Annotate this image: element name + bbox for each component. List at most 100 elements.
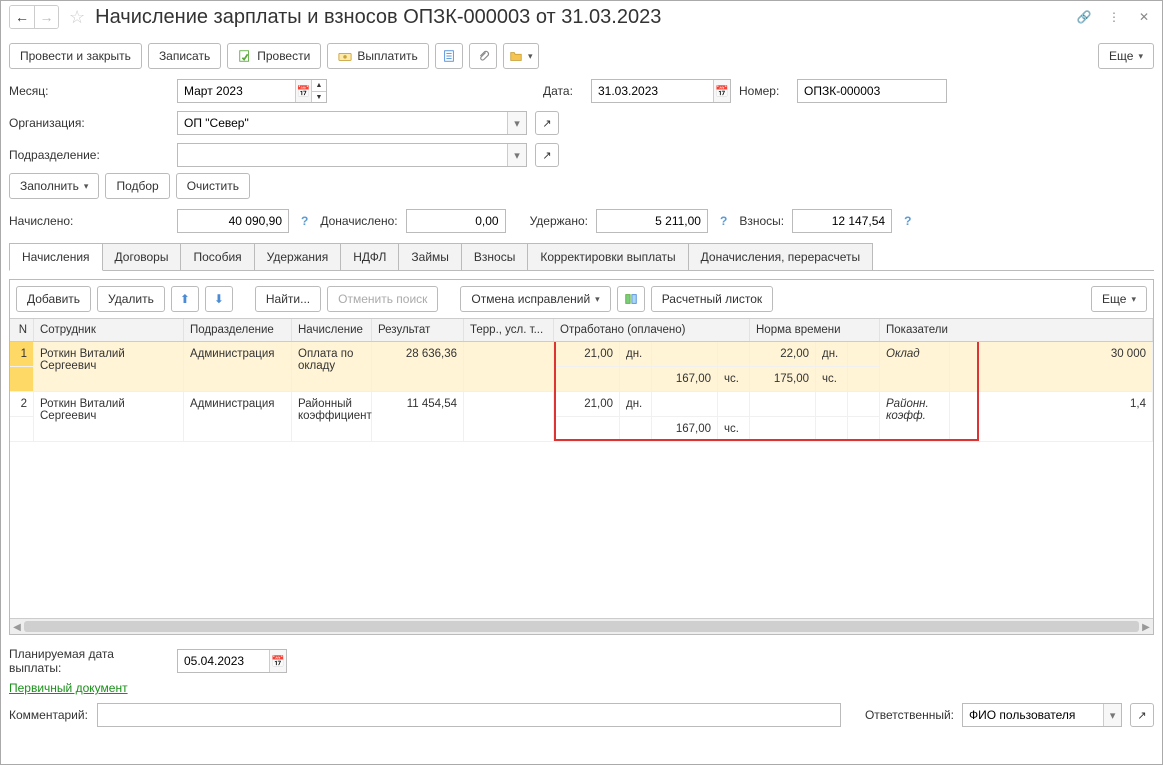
scroll-left-icon[interactable]: ◀ (10, 619, 24, 635)
comment-input[interactable] (98, 704, 840, 726)
grid-move-down-button[interactable]: ⬇ (205, 286, 233, 312)
attach-button[interactable] (469, 43, 497, 69)
responsible-open-button[interactable]: ↗ (1130, 703, 1154, 727)
grid-hscrollbar[interactable]: ◀ ▶ (10, 618, 1153, 634)
dept-open-button[interactable]: ↗ (535, 143, 559, 167)
cell-norm-hours-unit: чс. (816, 367, 848, 392)
cell-norm-hours (750, 417, 816, 442)
org-label: Организация: (9, 116, 169, 130)
grid-delete-button[interactable]: Удалить (97, 286, 165, 312)
tab-benefits[interactable]: Пособия (180, 243, 254, 270)
pay-icon (338, 49, 352, 63)
primary-doc-link[interactable]: Первичный документ (9, 681, 128, 695)
tab-accruals[interactable]: Начисления (9, 243, 103, 271)
tab-corrections[interactable]: Корректировки выплаты (527, 243, 688, 270)
calendar-icon[interactable]: 📅 (713, 80, 730, 102)
col-indicators[interactable]: Показатели (880, 319, 1153, 341)
col-accrual[interactable]: Начисление (292, 319, 372, 341)
table-row[interactable]: 2 Роткин Виталий Сергеевич Администрация… (10, 392, 1153, 442)
org-open-button[interactable]: ↗ (535, 111, 559, 135)
scroll-right-icon[interactable]: ▶ (1139, 619, 1153, 635)
table-row[interactable]: 1 Роткин Виталий Сергеевич Администрация… (10, 342, 1153, 392)
tab-contributions[interactable]: Взносы (461, 243, 528, 270)
number-input[interactable] (798, 80, 946, 102)
col-n[interactable]: N (10, 319, 34, 341)
grid-add-button[interactable]: Добавить (16, 286, 91, 312)
date-label: Дата: (543, 84, 583, 98)
date-input[interactable] (592, 80, 713, 102)
grid-body[interactable]: 1 Роткин Виталий Сергеевич Администрация… (10, 342, 1153, 618)
cell-terr (464, 392, 554, 442)
fill-button[interactable]: Заполнить▾ (9, 173, 99, 199)
grid-cancel-corrections-button[interactable]: Отмена исправлений▾ (460, 286, 610, 312)
tab-recalc[interactable]: Доначисления, перерасчеты (688, 243, 873, 270)
clear-button[interactable]: Очистить (176, 173, 250, 199)
dropdown-icon[interactable]: ▾ (1103, 704, 1121, 726)
pay-button[interactable]: Выплатить (327, 43, 429, 69)
grid-move-up-button[interactable]: ⬆ (171, 286, 199, 312)
dropdown-icon[interactable]: ▾ (507, 144, 526, 166)
save-button[interactable]: Записать (148, 43, 221, 69)
tab-deductions[interactable]: Удержания (254, 243, 342, 270)
grid-payslip-button[interactable]: Расчетный листок (651, 286, 773, 312)
scroll-thumb[interactable] (24, 621, 1139, 632)
responsible-input[interactable] (963, 704, 1103, 726)
caret-down-icon: ▾ (1138, 51, 1143, 62)
calendar-icon[interactable]: 📅 (295, 80, 311, 102)
date-field[interactable]: 📅 (591, 79, 731, 103)
col-worked[interactable]: Отработано (оплачено) (554, 319, 750, 341)
tab-contracts[interactable]: Договоры (102, 243, 182, 270)
post-and-close-button[interactable]: Провести и закрыть (9, 43, 142, 69)
open-icon: ↗ (542, 149, 551, 162)
accrued-field (177, 209, 289, 233)
month-field[interactable]: 📅 ▲ ▼ (177, 79, 327, 103)
nav-buttons: ← → (9, 5, 59, 29)
report-button[interactable] (435, 43, 463, 69)
accrued-value (178, 210, 288, 232)
col-dept[interactable]: Подразделение (184, 319, 292, 341)
grid-find-button[interactable]: Найти... (255, 286, 321, 312)
responsible-field[interactable]: ▾ (962, 703, 1122, 727)
spin-up-icon[interactable]: ▲ (312, 80, 326, 91)
grid-more-button[interactable]: Еще▾ (1091, 286, 1147, 312)
col-result[interactable]: Результат (372, 319, 464, 341)
more-button[interactable]: Еще▾ (1098, 43, 1154, 69)
org-input[interactable] (178, 112, 507, 134)
help-icon[interactable]: ? (900, 214, 915, 228)
tab-ndfl[interactable]: НДФЛ (340, 243, 399, 270)
grid-columns-button[interactable] (617, 286, 645, 312)
planned-date-field[interactable]: 📅 (177, 649, 287, 673)
month-input[interactable] (178, 80, 295, 102)
grid-cancel-find-button[interactable]: Отменить поиск (327, 286, 438, 312)
kebab-menu-icon[interactable]: ⋮ (1104, 7, 1124, 27)
number-field[interactable] (797, 79, 947, 103)
cell-worked-days-unit: дн. (620, 392, 652, 417)
link-icon[interactable]: 🔗 (1074, 7, 1094, 27)
nav-back-button[interactable]: ← (10, 6, 34, 28)
folder-dropdown-button[interactable]: ▾ (503, 43, 539, 69)
cell-gap (620, 417, 652, 442)
nav-forward-button[interactable]: → (34, 6, 58, 28)
col-terr[interactable]: Терр., усл. т... (464, 319, 554, 341)
dropdown-icon[interactable]: ▾ (507, 112, 526, 134)
close-icon[interactable]: ✕ (1134, 7, 1154, 27)
planned-date-input[interactable] (178, 650, 269, 672)
post-button[interactable]: Провести (227, 43, 321, 69)
comment-field[interactable] (97, 703, 841, 727)
col-norm[interactable]: Норма времени (750, 319, 880, 341)
dept-field[interactable]: ▾ (177, 143, 527, 167)
dept-input[interactable] (178, 144, 507, 166)
calendar-icon[interactable]: 📅 (269, 650, 286, 672)
spin-down-icon[interactable]: ▼ (312, 91, 326, 102)
col-employee[interactable]: Сотрудник (34, 319, 184, 341)
pick-button[interactable]: Подбор (105, 173, 169, 199)
org-field[interactable]: ▾ (177, 111, 527, 135)
arrow-right-icon: → (40, 9, 54, 25)
favorite-star-icon[interactable]: ☆ (65, 7, 89, 28)
help-icon[interactable]: ? (297, 214, 312, 228)
cell-indicator: Оклад (880, 342, 950, 392)
help-icon[interactable]: ? (716, 214, 731, 228)
withheld-field (596, 209, 708, 233)
caret-down-icon: ▾ (595, 294, 600, 305)
tab-loans[interactable]: Займы (398, 243, 462, 270)
